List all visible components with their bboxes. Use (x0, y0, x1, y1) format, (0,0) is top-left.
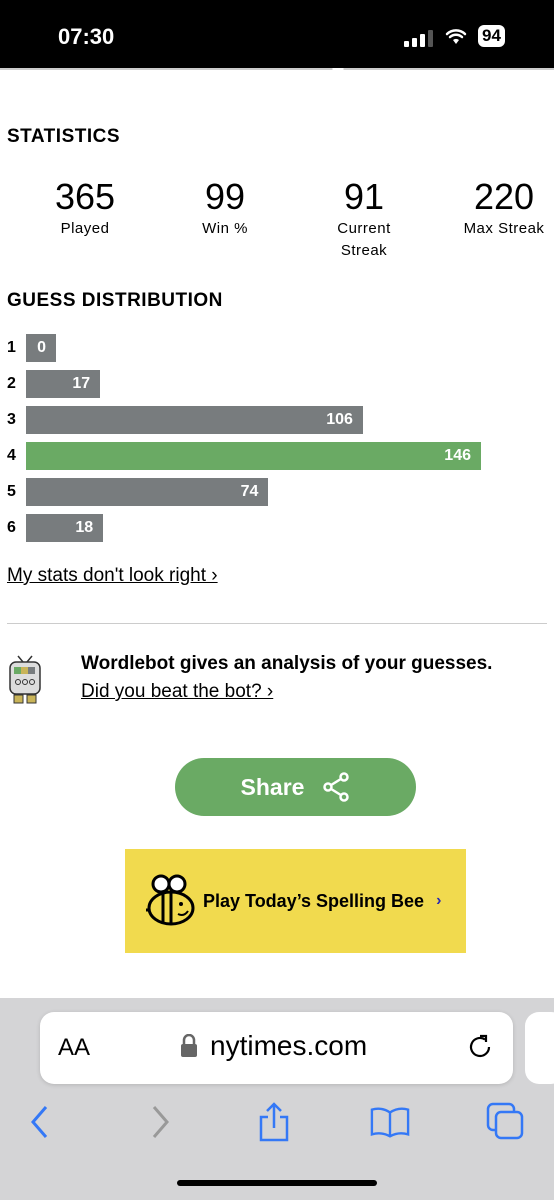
wifi-icon (445, 29, 467, 44)
book-icon (370, 1107, 410, 1138)
url-text: nytimes.com (210, 1030, 368, 1061)
battery-indicator: 94 (478, 25, 505, 47)
address-bar[interactable]: AA nytimes.com (40, 1012, 513, 1084)
status-bar: 07:30 94 (0, 0, 554, 68)
stat-label: Win % (202, 220, 248, 237)
stats-help-link[interactable]: My stats don't look right › (7, 565, 218, 587)
divider (7, 623, 547, 624)
stat-value: 99 (204, 176, 246, 217)
share-upload-icon (259, 1102, 289, 1142)
distribution-row: 3 106 (7, 406, 487, 434)
distribution-row: 10 (7, 334, 487, 362)
wordlebot-icon (9, 655, 41, 704)
forward-button[interactable] (140, 1102, 180, 1142)
stat-win-percent: 99 Win % (170, 176, 280, 240)
stat-max-streak: 220 Max Streak (452, 176, 554, 240)
stat-label: Current Streak (337, 220, 391, 259)
distribution-row: 5 74 (7, 478, 487, 506)
stat-value: 91 (343, 176, 385, 217)
share-button[interactable]: Share (175, 758, 416, 816)
guess-distribution-chart: 1 0 2 17 3 106 4 146 5 74 6 18 (7, 334, 487, 550)
distribution-bar: 0 (26, 334, 56, 362)
lock-icon (181, 1034, 197, 1057)
stat-label: Max Streak (463, 220, 545, 237)
home-indicator (177, 1180, 377, 1186)
spelling-bee-promo[interactable]: Play Today’s Spelling Bee › (125, 849, 466, 953)
stat-value: 365 (54, 176, 116, 217)
guess-number: 3 (7, 411, 16, 428)
bee-icon (146, 874, 195, 926)
page-top-edge (0, 68, 554, 70)
distribution-bar: 18 (26, 514, 104, 542)
stat-value: 220 (473, 176, 535, 217)
chevron-right-icon (152, 1106, 169, 1138)
distribution-row: 2 17 (7, 370, 487, 398)
guess-distribution-title: GUESS DISTRIBUTION (7, 290, 223, 311)
guess-number: 6 (7, 519, 16, 536)
guess-number: 5 (7, 483, 16, 500)
tabs-icon (486, 1102, 524, 1140)
share-icon (323, 772, 350, 802)
stat-current-streak: 91 Current Streak (318, 176, 410, 262)
statistics-title: STATISTICS (7, 126, 121, 147)
wordlebot-link[interactable]: Did you beat the bot? › (81, 681, 273, 703)
spelling-bee-label: Play Today’s Spelling Bee (203, 890, 425, 911)
share-label: Share (240, 773, 305, 800)
distribution-row: 6 18 (7, 514, 487, 542)
stat-label: Played (60, 220, 110, 237)
chevron-right-icon: › (436, 892, 442, 909)
back-button[interactable] (20, 1102, 60, 1142)
distribution-bar: 106 (26, 406, 363, 434)
guess-number: 4 (7, 447, 16, 464)
distribution-bar: 146 (26, 442, 481, 470)
chevron-left-icon (31, 1106, 48, 1138)
browser-toolbar: AA nytimes.com (0, 998, 554, 1200)
guess-number: 1 (7, 339, 16, 356)
reader-settings-button[interactable]: AA (58, 1034, 90, 1062)
stat-played: 365 Played (30, 176, 140, 240)
reload-icon[interactable] (465, 1032, 495, 1062)
signal-icon (404, 30, 433, 47)
guess-number: 2 (7, 375, 16, 392)
clock: 07:30 (58, 24, 115, 49)
share-page-button[interactable] (254, 1102, 294, 1142)
distribution-row: 4 146 (7, 442, 487, 470)
distribution-bar: 74 (26, 478, 269, 506)
tabs-button[interactable] (486, 1102, 526, 1142)
distribution-bar: 17 (26, 370, 101, 398)
next-tab-address-bar[interactable] (525, 1012, 554, 1084)
bookmarks-button[interactable] (370, 1102, 410, 1142)
wordlebot-title: Wordlebot gives an analysis of your gues… (81, 653, 493, 674)
